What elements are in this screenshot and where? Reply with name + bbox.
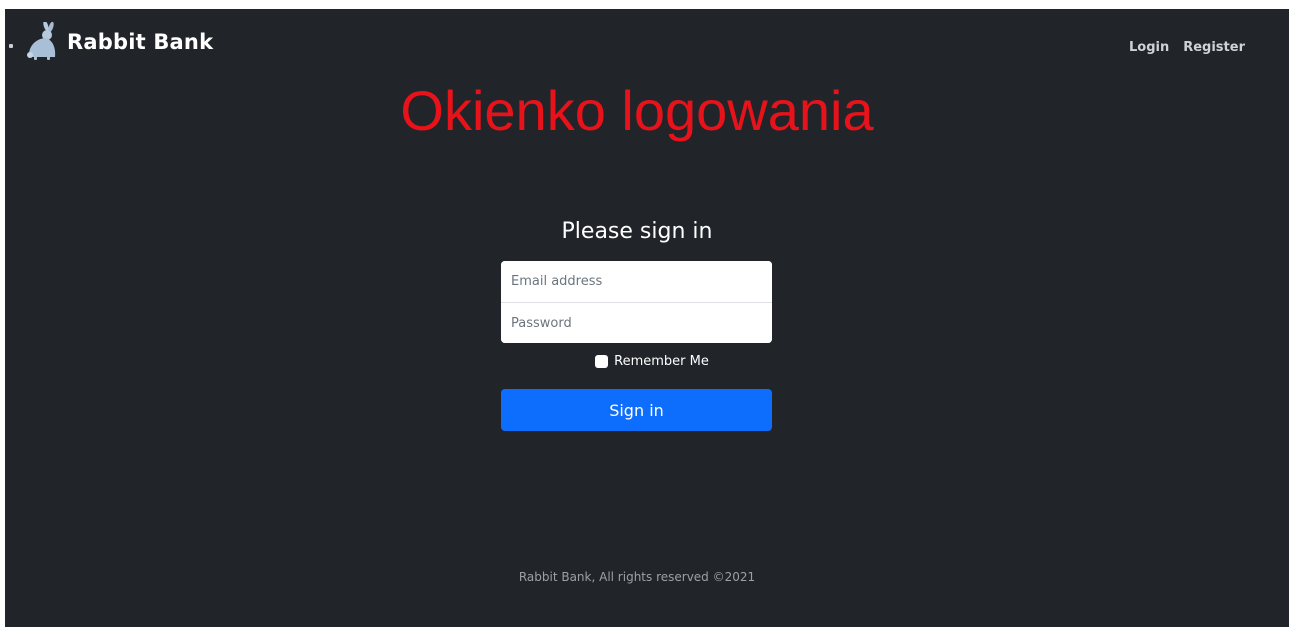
- remember-me-label[interactable]: Remember Me: [614, 354, 709, 369]
- brand-name: Rabbit Bank: [67, 30, 214, 54]
- brand-dot: [9, 44, 13, 48]
- password-input[interactable]: [501, 303, 772, 343]
- top-nav: Login Register: [1129, 40, 1245, 55]
- nav-register-link[interactable]: Register: [1183, 40, 1245, 55]
- credentials-group: [501, 261, 772, 343]
- page-headline: Okienko logowania: [400, 79, 874, 142]
- brand-link[interactable]: Rabbit Bank: [5, 21, 213, 63]
- email-input[interactable]: [501, 261, 772, 302]
- sign-in-button[interactable]: Sign in: [501, 389, 772, 431]
- footer-text: Rabbit Bank, All rights reserved ©2021: [518, 570, 756, 584]
- signin-title: Please sign in: [561, 219, 713, 244]
- nav-login-link[interactable]: Login: [1129, 40, 1169, 55]
- page-frame: Rabbit Bank Login Register Okienko logow…: [5, 9, 1289, 627]
- remember-me-checkbox[interactable]: [595, 355, 609, 368]
- remember-me-row: Remember Me: [5, 354, 1269, 369]
- rabbit-icon: [27, 22, 56, 60]
